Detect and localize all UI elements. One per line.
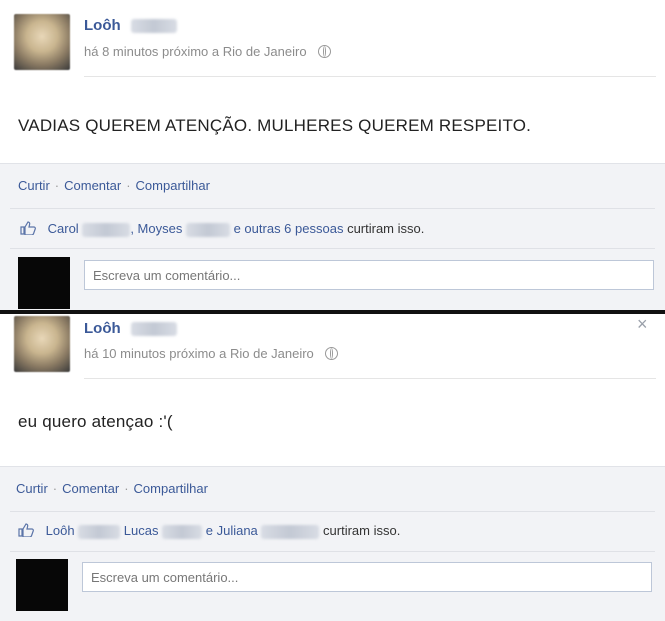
- author-avatar[interactable]: [14, 316, 70, 372]
- liker-name[interactable]: Loôh: [46, 523, 75, 538]
- redacted-name: [78, 524, 121, 539]
- share-link[interactable]: Compartilhar: [134, 481, 208, 496]
- post-actions: Curtir · Comentar · Compartilhar: [18, 178, 210, 193]
- others-link[interactable]: e outras 6 pessoas: [234, 221, 344, 236]
- likes-divider: [10, 248, 655, 249]
- redacted-name: [82, 222, 131, 237]
- liker-name[interactable]: , Moyses: [130, 221, 182, 236]
- time-location[interactable]: há 10 minutos próximo a Rio de Janeiro: [84, 346, 314, 361]
- status-text: eu quero atençao :'(: [18, 412, 173, 431]
- comment-link[interactable]: Comentar: [62, 481, 119, 496]
- globe-icon: [318, 45, 332, 58]
- like-link[interactable]: Curtir: [18, 178, 50, 193]
- actions-divider: [10, 511, 655, 512]
- comment-link[interactable]: Comentar: [64, 178, 121, 193]
- actions-bar: Curtir · Comentar · Compartilhar Carol , Moy…: [0, 163, 665, 311]
- close-icon[interactable]: ×: [637, 314, 648, 335]
- likes-summary: Carol , Moyses e outras 6 pessoas curtir…: [20, 221, 424, 237]
- status-text: VADIAS QUEREM ATENÇÃO. MULHERES QUEREM R…: [18, 116, 532, 135]
- post-meta: há 10 minutos próximo a Rio de Janeiro: [84, 346, 339, 361]
- post-1: Loôh há 8 minutos próximo a Rio de Janei…: [0, 0, 665, 311]
- likes-suffix: curtiram isso.: [343, 221, 425, 236]
- author-avatar[interactable]: [14, 14, 70, 70]
- like-link[interactable]: Curtir: [16, 481, 48, 496]
- commenter-avatar: [18, 257, 70, 309]
- liker-name[interactable]: e Juliana: [206, 523, 258, 538]
- header-divider: [84, 76, 656, 77]
- commenter-avatar: [16, 559, 68, 611]
- thumbs-up-icon: [20, 221, 36, 235]
- post-2: Loôh × há 10 minutos próximo a Rio de Ja…: [0, 314, 665, 621]
- header-divider: [84, 378, 656, 379]
- share-link[interactable]: Compartilhar: [136, 178, 210, 193]
- likes-summary: Loôh Lucas e Juliana curtiram isso.: [18, 523, 400, 539]
- time-location[interactable]: há 8 minutos próximo a Rio de Janeiro: [84, 44, 307, 59]
- thumbs-up-icon: [18, 523, 34, 537]
- redacted-surname: [130, 322, 177, 337]
- liker-name[interactable]: Lucas: [124, 523, 159, 538]
- comment-input[interactable]: Escreva um comentário...: [84, 260, 654, 290]
- likes-divider: [10, 551, 655, 552]
- post-actions: Curtir · Comentar · Compartilhar: [16, 481, 208, 496]
- post-meta: há 8 minutos próximo a Rio de Janeiro: [84, 44, 332, 59]
- redacted-name: [162, 524, 203, 539]
- likes-suffix: curtiram isso.: [323, 523, 401, 538]
- author-name[interactable]: Loôh: [84, 320, 177, 337]
- comment-input[interactable]: Escreva um comentário...: [82, 562, 652, 592]
- redacted-name: [261, 524, 320, 539]
- redacted-surname: [130, 19, 177, 34]
- actions-divider: [10, 208, 655, 209]
- redacted-name: [185, 222, 230, 237]
- liker-name[interactable]: Carol: [48, 221, 79, 236]
- globe-icon: [325, 347, 339, 360]
- actions-bar: Curtir · Comentar · Compartilhar Loôh Lucas …: [0, 466, 665, 621]
- author-name[interactable]: Loôh: [84, 17, 177, 34]
